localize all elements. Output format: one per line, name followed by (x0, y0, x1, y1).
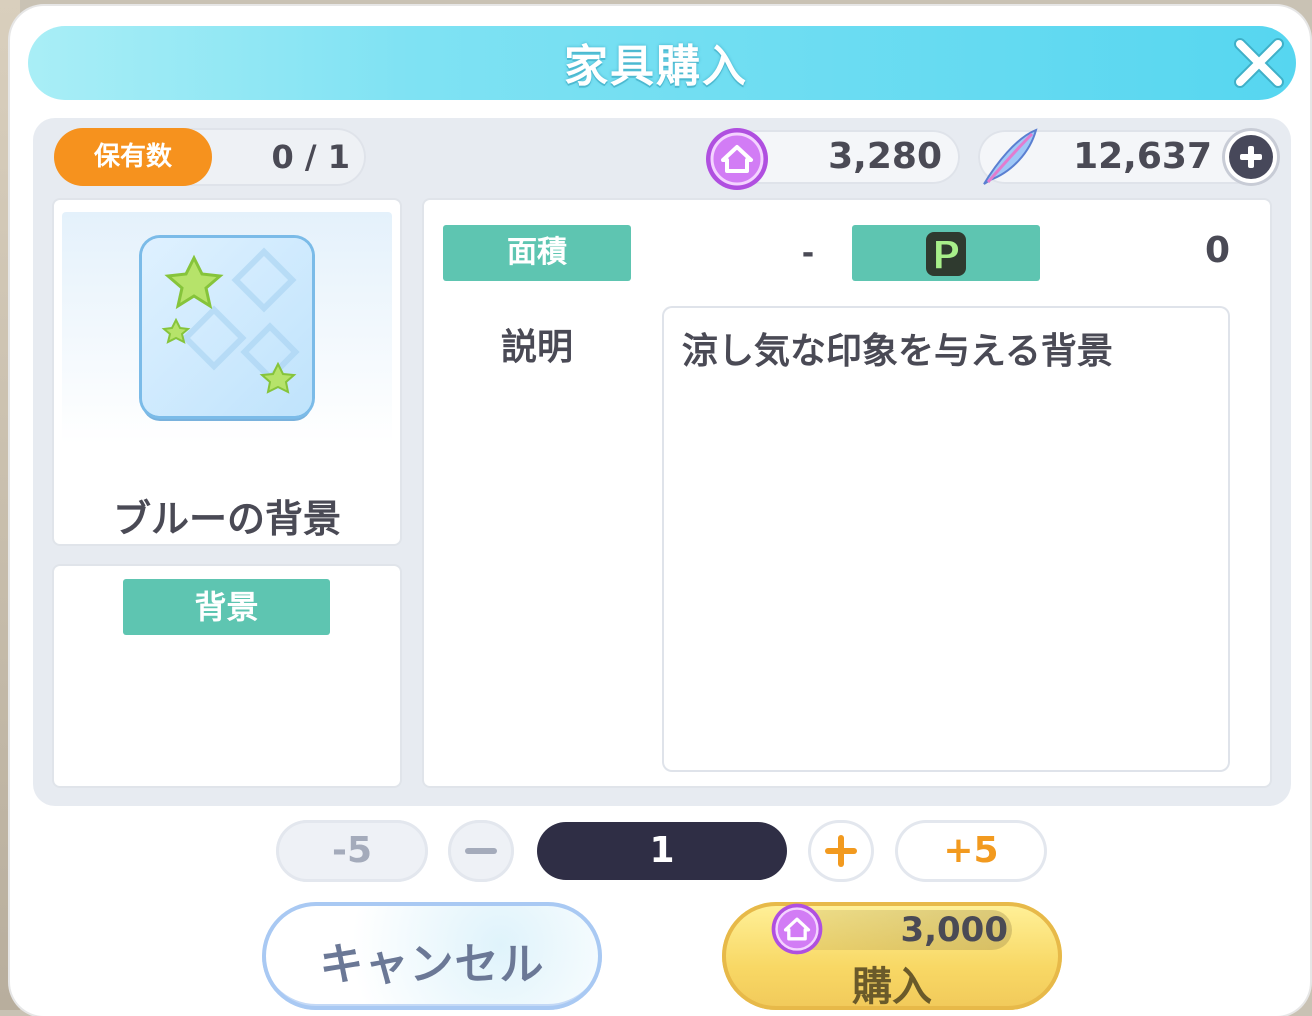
purchase-price: 3,000 (900, 910, 1008, 950)
quantity-display: 1 (537, 822, 787, 880)
svg-text:P: P (931, 233, 960, 279)
feather-value: 12,637 (1073, 136, 1212, 177)
dialog-title: 家具購入 (564, 41, 748, 92)
description-box (664, 308, 1228, 770)
point-value: 0 (1204, 230, 1230, 271)
point-badge: P (852, 225, 1040, 281)
item-thumbnail (142, 238, 312, 416)
point-icon: P (926, 232, 966, 280)
house-coin-value: 3,280 (828, 136, 942, 177)
plus-icon (1229, 135, 1273, 179)
area-label: 面積 (443, 225, 631, 281)
owned-value: 0 / 1 (271, 138, 351, 176)
feather-icon (976, 124, 1042, 194)
item-name: ブルーの背景 (112, 497, 341, 541)
minus-button[interactable] (448, 820, 514, 882)
add-currency-button[interactable] (1222, 128, 1280, 186)
close-icon[interactable] (1232, 36, 1286, 90)
category-badge: 背景 (123, 579, 330, 635)
house-coin-icon (770, 902, 824, 960)
minus-5-button[interactable]: -5 (276, 820, 428, 882)
house-coin-icon (704, 126, 770, 196)
area-value: - (801, 236, 815, 271)
description-label: 説明 (500, 327, 573, 368)
plus-icon (825, 835, 857, 867)
description-text: 涼し気な印象を与える背景 (682, 331, 1113, 372)
owned-label: 保有数 (54, 128, 212, 186)
minus-icon (465, 848, 497, 854)
purchase-label: 購入 (852, 964, 932, 1010)
cancel-label: キャンセル (319, 939, 545, 990)
plus-button[interactable] (808, 820, 874, 882)
plus-5-button[interactable]: +5 (895, 820, 1047, 882)
